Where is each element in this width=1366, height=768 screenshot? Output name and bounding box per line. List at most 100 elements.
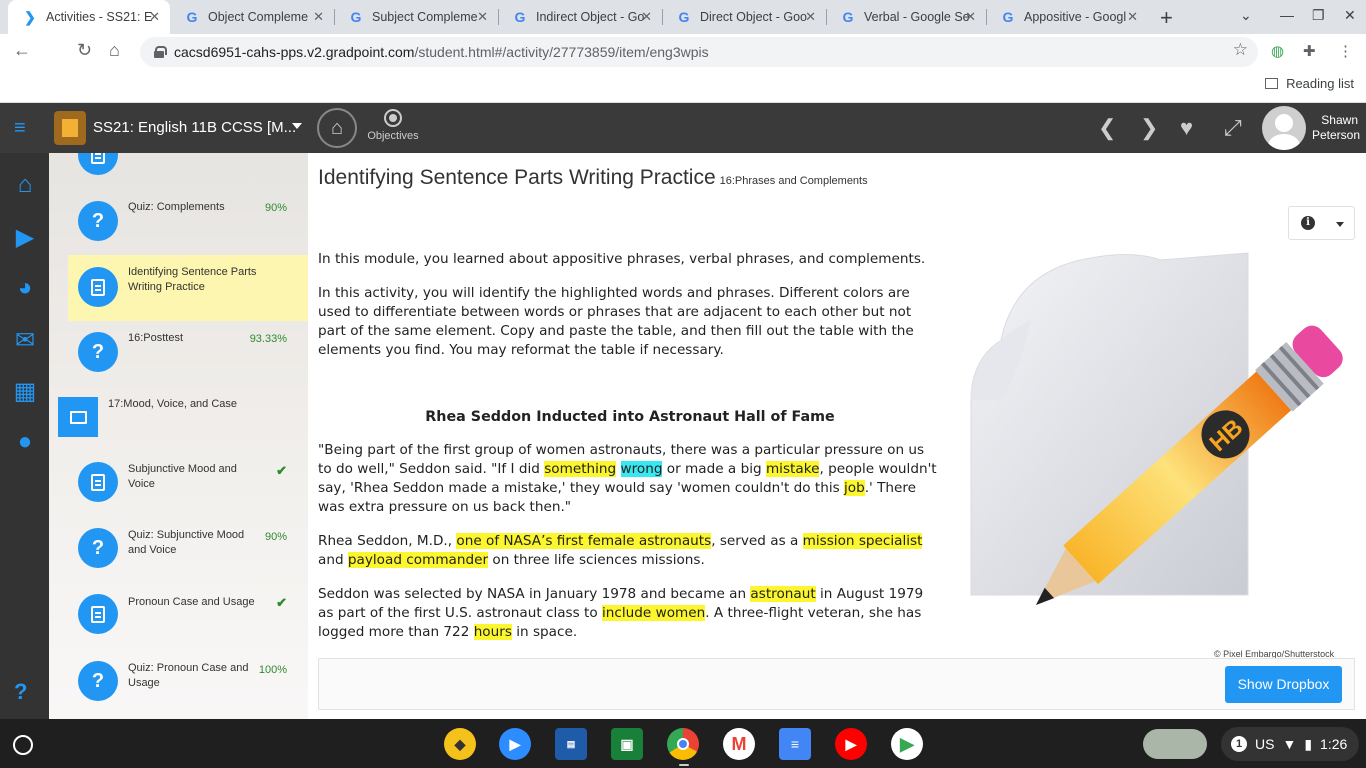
list-item[interactable]: Subjunctive Mood and Voice ✔ <box>68 449 308 515</box>
quiz-icon: ? <box>78 332 118 372</box>
tab-title: Subject Compleme <box>372 10 478 24</box>
google-icon: G <box>350 9 362 25</box>
page-subtitle: 16:Phrases and Complements <box>719 175 868 187</box>
document-icon <box>91 153 105 164</box>
home-icon[interactable]: ⌂ <box>11 171 39 199</box>
list-item-folder[interactable]: 17:Mood, Voice, and Case <box>49 387 308 449</box>
tab-title: Direct Object - Goo <box>700 10 807 24</box>
tab-title: Appositive - Googl <box>1024 10 1127 24</box>
highlight-cyan: wrong <box>620 461 663 477</box>
next-icon[interactable]: ❯ <box>1140 115 1158 141</box>
close-icon[interactable]: ✕ <box>313 9 324 25</box>
home-button[interactable]: ⌂ <box>317 108 357 148</box>
close-icon[interactable]: ✕ <box>477 9 488 25</box>
play-icon[interactable]: ▶ <box>11 223 39 252</box>
close-icon[interactable]: ✕ <box>149 9 160 25</box>
text-run: Seddon was selected by NASA in January 1… <box>318 586 751 602</box>
list-item[interactable] <box>68 153 308 175</box>
reload-icon[interactable]: ↻ <box>77 40 92 61</box>
list-item[interactable]: ? Quiz: Pronoun Case and Usage 100% <box>68 647 308 713</box>
tab-strip: ❯ Activities - SS21: E ✕ G Object Comple… <box>0 0 1366 34</box>
highlight-yellow: mission specialist <box>802 533 923 549</box>
show-dropbox-button[interactable]: Show Dropbox <box>1225 666 1342 703</box>
browser-tab-appositive[interactable]: G Appositive - Googl ✕ <box>986 0 1148 34</box>
browser-tab-subject-complement[interactable]: G Subject Compleme ✕ <box>334 0 498 34</box>
back-icon[interactable]: ← <box>13 40 31 61</box>
dashboard-gauge-icon[interactable]: ◕ <box>11 274 39 302</box>
kebab-menu-icon[interactable]: ⋮ <box>1338 42 1353 60</box>
favorite-heart-icon[interactable]: ♥ <box>1180 115 1193 141</box>
activity-score: 93.33% <box>249 333 287 345</box>
restore-icon[interactable]: ❐ <box>1312 7 1325 24</box>
app-classroom-icon[interactable]: ▣ <box>611 728 643 760</box>
calendar-icon[interactable]: ▦ <box>11 377 39 406</box>
hamburger-menu-icon[interactable]: ≡ <box>14 117 26 140</box>
info-dropdown-button[interactable]: i <box>1288 206 1355 240</box>
app-video-icon[interactable]: ▤ <box>555 728 587 760</box>
close-icon[interactable]: ✕ <box>965 9 976 25</box>
reading-list-button[interactable]: Reading list <box>1265 76 1354 91</box>
google-icon: G <box>842 9 854 25</box>
chevron-down-icon <box>1336 222 1344 227</box>
browser-tab-indirect-object[interactable]: G Indirect Object - Go ✕ <box>498 0 662 34</box>
mail-icon[interactable]: ✉ <box>11 326 39 355</box>
close-icon[interactable]: ✕ <box>1127 9 1138 25</box>
apple-icon[interactable]: ● <box>11 428 39 456</box>
browser-tab-object-complement[interactable]: G Object Compleme ✕ <box>170 0 334 34</box>
google-icon: G <box>1002 9 1014 25</box>
app-play-store-icon[interactable]: ▶ <box>891 728 923 760</box>
activity-score: 100% <box>258 664 287 676</box>
list-item[interactable]: ? Quiz: Subjunctive Mood and Voice 90% <box>68 515 308 581</box>
browser-toolbar: ← ↻ ⌂ cacsd6951-cahs-pps.v2.gradpoint.co… <box>0 34 1366 70</box>
activity-label: Identifying Sentence Parts Writing Pract… <box>128 266 257 293</box>
objectives-button[interactable]: Objectives <box>366 109 420 142</box>
activity-label: Pronoun Case and Usage <box>128 596 255 608</box>
activity-label: Quiz: Pronoun Case and Usage <box>128 662 249 689</box>
browser-tab-activities[interactable]: ❯ Activities - SS21: E ✕ <box>8 0 170 34</box>
avatar[interactable] <box>1262 106 1306 150</box>
gradpoint-icon: ❯ <box>24 8 36 25</box>
system-tray[interactable]: 1 US ▼ ▮ 1:26 <box>1221 727 1359 761</box>
previous-icon[interactable]: ❮ <box>1098 115 1116 141</box>
list-item[interactable]: Pronoun Case and Usage ✔ <box>68 581 308 647</box>
article-paragraph-3: Seddon was selected by NASA in January 1… <box>318 585 942 642</box>
bookmark-star-icon[interactable]: ☆ <box>1233 40 1248 60</box>
holding-space-thumbnails[interactable] <box>1143 729 1207 759</box>
app-youtube-icon[interactable]: ▶ <box>835 728 867 760</box>
app-docs-icon[interactable]: ≡ <box>779 728 811 760</box>
new-tab-plus-icon[interactable]: + <box>1160 5 1173 31</box>
text-run <box>616 461 620 477</box>
list-item[interactable]: ? 16:Posttest 93.33% <box>68 321 308 387</box>
app-gradpoint-icon[interactable]: ◆ <box>444 728 476 760</box>
launcher-icon[interactable] <box>13 735 33 755</box>
tab-search-icon[interactable]: ⌄ <box>1240 7 1252 24</box>
check-icon: ✔ <box>276 463 287 478</box>
course-title[interactable]: SS21: English 11B CCSS [M... <box>93 119 296 136</box>
fullscreen-icon[interactable]: ⤢ <box>1224 115 1242 141</box>
input-locale: US <box>1255 736 1275 752</box>
activity-label: 17:Mood, Voice, and Case <box>108 398 238 410</box>
close-icon[interactable]: ✕ <box>641 9 652 25</box>
close-icon[interactable]: ✕ <box>805 9 816 25</box>
list-item-selected[interactable]: Identifying Sentence Parts Writing Pract… <box>68 255 308 321</box>
browser-tab-verbal[interactable]: G Verbal - Google Se ✕ <box>826 0 986 34</box>
course-dropdown-icon[interactable] <box>292 123 302 129</box>
app-zoom-icon[interactable]: ▶ <box>499 728 531 760</box>
close-window-icon[interactable]: ✕ <box>1344 7 1356 24</box>
bookmark-bar: Reading list <box>0 70 1366 103</box>
highlight-yellow: astronaut <box>750 586 816 602</box>
minimize-icon[interactable]: — <box>1280 7 1294 23</box>
home-icon[interactable]: ⌂ <box>109 40 120 61</box>
list-item[interactable]: ? Quiz: Complements 90% <box>68 189 308 255</box>
app-gmail-icon[interactable]: M <box>723 728 755 760</box>
user-name[interactable]: Shawn Peterson <box>1312 113 1361 143</box>
app-chrome-icon[interactable] <box>667 728 699 760</box>
help-icon[interactable]: ? <box>14 679 27 705</box>
activity-score: 90% <box>264 531 287 543</box>
puzzle-icon[interactable]: ✚ <box>1303 42 1316 60</box>
highlight-yellow: include women <box>602 605 706 621</box>
extension-icon[interactable]: ◍ <box>1271 42 1284 60</box>
browser-tab-direct-object[interactable]: G Direct Object - Goo ✕ <box>662 0 826 34</box>
address-bar[interactable]: cacsd6951-cahs-pps.v2.gradpoint.com/stud… <box>140 37 1258 67</box>
user-last-name: Peterson <box>1312 128 1361 142</box>
